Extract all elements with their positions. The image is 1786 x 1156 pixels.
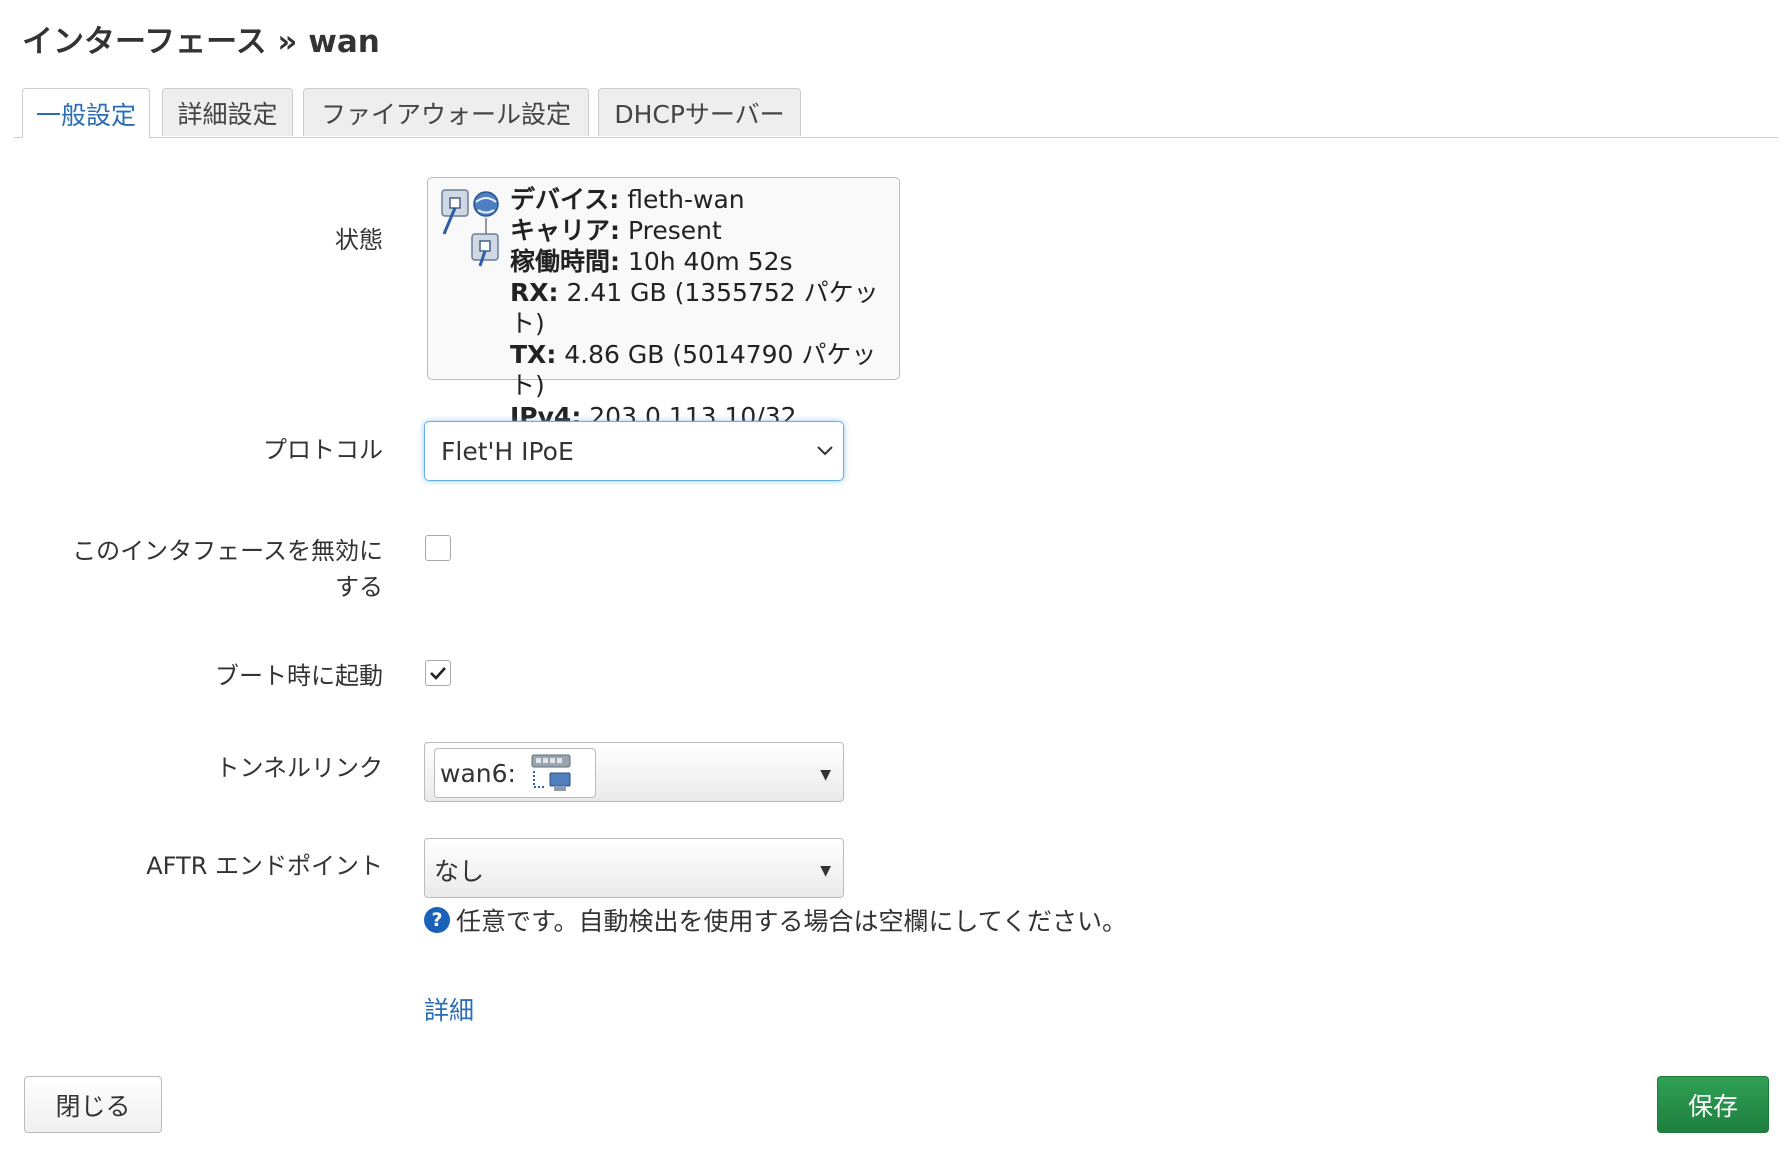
bootstart-checkbox[interactable]	[425, 660, 451, 686]
tab-dhcp-server[interactable]: DHCPサーバー	[598, 88, 801, 136]
tunnel-link-label: トンネルリンク	[215, 754, 383, 782]
tunnel-link-select[interactable]: wan6: ▼	[424, 742, 844, 802]
aftr-endpoint-select[interactable]: なし ▼	[424, 838, 844, 898]
status-row-device: デバイス: fleth-wan	[510, 185, 745, 214]
page-title: インターフェース » wan	[22, 24, 380, 60]
disable-interface-checkbox[interactable]	[425, 535, 451, 561]
status-label: 状態	[335, 226, 383, 254]
aftr-help-text: 任意です。自動検出を使用する場合は空欄にしてください。	[456, 907, 1128, 936]
status-row-carrier: キャリア: Present	[510, 216, 722, 245]
save-button[interactable]: 保存	[1657, 1076, 1769, 1133]
caret-down-icon: ▼	[820, 767, 831, 783]
protocol-label: プロトコル	[263, 436, 383, 464]
aftr-help: ? 任意です。自動検出を使用する場合は空欄にしてください。	[424, 902, 1127, 938]
bootstart-label: ブート時に起動	[215, 662, 383, 690]
protocol-select[interactable]: Flet'H IPoE	[424, 421, 844, 481]
status-box: デバイス: fleth-wan キャリア: Present 稼働時間: 10h …	[427, 177, 900, 431]
tunnel-link-chip: wan6:	[434, 748, 596, 798]
aftr-endpoint-value: なし	[434, 857, 485, 886]
chevron-down-icon	[817, 446, 833, 456]
tab-bar: 一般設定 詳細設定 ファイアウォール設定 DHCPサーバー	[14, 88, 1778, 138]
tab-advanced[interactable]: 詳細設定	[162, 88, 293, 136]
protocol-value: Flet'H IPoE	[441, 436, 574, 466]
close-button[interactable]: 閉じる	[24, 1076, 162, 1133]
tunnel-link-value: wan6:	[440, 758, 516, 788]
status-row-tx: TX: 4.86 GB (5014790 パケット)	[510, 340, 877, 400]
ethernet-port-icon	[441, 189, 499, 267]
details-link[interactable]: 詳細	[424, 991, 474, 1027]
tab-firewall[interactable]: ファイアウォール設定	[303, 88, 589, 136]
status-row-rx: RX: 2.41 GB (1355752 パケット)	[510, 278, 879, 338]
tab-general[interactable]: 一般設定	[22, 88, 150, 138]
network-alias-icon	[531, 754, 571, 791]
aftr-endpoint-label: AFTR エンドポイント	[146, 852, 383, 880]
help-icon: ?	[424, 907, 450, 933]
status-row-uptime: 稼働時間: 10h 40m 52s	[510, 247, 793, 276]
caret-down-icon: ▼	[820, 863, 831, 879]
checkmark-icon	[430, 667, 446, 680]
disable-interface-label: このインタフェースを無効に する	[72, 537, 383, 601]
